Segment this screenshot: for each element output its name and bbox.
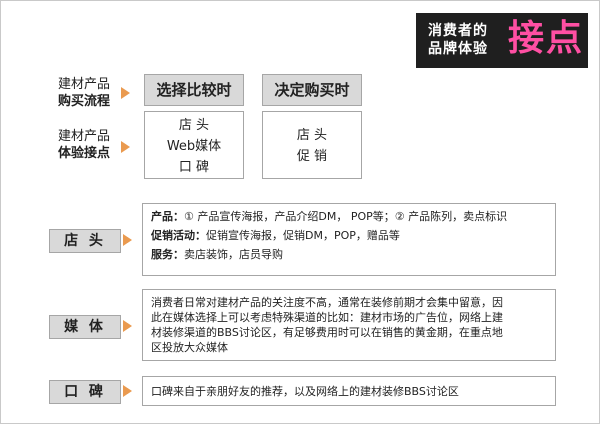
desc-line: 材装修渠道的BBS讨论区，有足够费用时可以在销售的黄金期，在重点地 <box>151 326 503 339</box>
desc-text: 卖店装饰，店员导购 <box>184 248 283 261</box>
category-desc-store: 产品：① 产品宣传海报，产品介绍DM， POP等；② 产品陈列，卖点标识 促销活… <box>142 203 556 276</box>
desc-line: 口碑来自于亲朋好友的推荐，以及网络上的建材装修BBS讨论区 <box>151 385 459 398</box>
stage-item: 店 头 <box>296 128 328 143</box>
wom-arrow-icon <box>123 385 132 397</box>
desc-key: 产品： <box>151 210 184 223</box>
category-label-wom: 口 碑 <box>49 380 121 404</box>
process-label-line2: 购买流程 <box>57 94 110 109</box>
title-line-1: 消费者的 <box>428 23 488 39</box>
stage-item: 口 碑 <box>178 160 210 175</box>
title-block: 消费者的 品牌体验 接点 <box>416 13 588 68</box>
stage-header-select: 选择比较时 <box>144 74 244 106</box>
category-desc-wom: 口碑来自于亲朋好友的推荐，以及网络上的建材装修BBS讨论区 <box>142 376 556 406</box>
stage-item: Web媒体 <box>166 139 222 154</box>
stage-header-decide: 决定购买时 <box>262 74 362 106</box>
touch-label-line1: 建材产品 <box>57 129 110 144</box>
desc-line: 区投放大众媒体 <box>151 341 228 354</box>
touch-row-label: 建材产品 体验接点 <box>50 128 110 162</box>
process-label-line1: 建材产品 <box>57 77 110 92</box>
stage-item: 促 销 <box>296 149 328 164</box>
desc-line: 此在媒体选择上可以考虑特殊渠道的比如：建材市场的广告位，网络上建 <box>151 311 503 324</box>
touch-label-line2: 体验接点 <box>57 146 110 161</box>
title-line-2: 品牌体验 <box>428 41 488 57</box>
category-label-store: 店 头 <box>49 229 121 253</box>
stage-box-decide: 店 头 促 销 <box>262 111 362 179</box>
category-desc-media: 消费者日常对建材产品的关注度不高，通常在装修前期才会集中留意，因 此在媒体选择上… <box>142 289 556 361</box>
stage-box-select: 店 头 Web媒体 口 碑 <box>144 111 244 179</box>
process-arrow-icon <box>121 87 130 99</box>
title-big-text: 接点 <box>508 18 585 59</box>
desc-key: 促销活动： <box>151 229 206 242</box>
desc-key: 服务： <box>151 248 184 261</box>
stage-item: 店 头 <box>178 118 210 133</box>
store-arrow-icon <box>123 234 132 246</box>
desc-text: 促销宣传海报，促销DM，POP，赠品等 <box>206 229 400 242</box>
desc-line: 消费者日常对建材产品的关注度不高，通常在装修前期才会集中留意，因 <box>151 296 503 309</box>
desc-text: ① 产品宣传海报，产品介绍DM， POP等；② 产品陈列，卖点标识 <box>184 210 508 223</box>
media-arrow-icon <box>123 320 132 332</box>
category-label-media: 媒 体 <box>49 315 121 339</box>
touch-arrow-icon <box>121 141 130 153</box>
process-row-label: 建材产品 购买流程 <box>50 76 110 110</box>
